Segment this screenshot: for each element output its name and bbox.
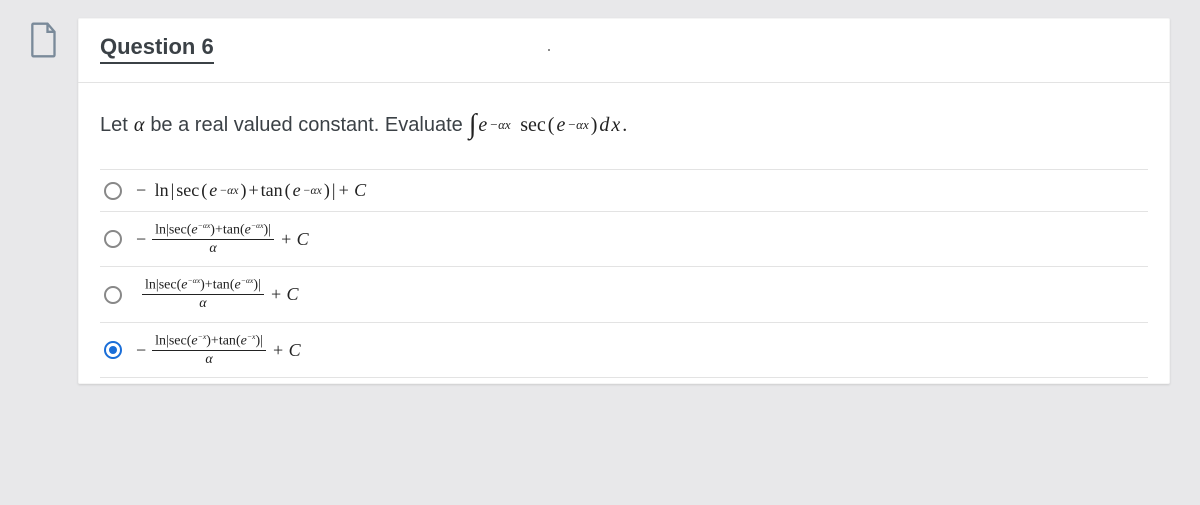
- opt2-ln: ln: [155, 223, 166, 238]
- opt2-den: α: [209, 240, 216, 256]
- opt1-lead: −: [136, 180, 146, 201]
- sec-arg-exp: −αx: [567, 117, 588, 133]
- opt4-ln: ln: [155, 334, 166, 349]
- page-icon: [30, 22, 58, 58]
- option-2-math: − ln|sec(e−αx)+tan(e−αx)| α + C: [136, 222, 309, 256]
- opt1-open2: (: [285, 180, 291, 201]
- opt2-lead: −: [136, 229, 146, 250]
- prompt-alpha: α: [134, 114, 145, 137]
- options-list: − ln | sec ( e−αx ) + tan ( e−αx ) |: [100, 169, 1148, 378]
- opt2-fraction: ln|sec(e−αx)+tan(e−αx)| α: [152, 222, 274, 256]
- opt4-lead: −: [136, 340, 146, 361]
- opt1-close2: ): [324, 180, 330, 201]
- question-container: Question 6 Let α be a real valued consta…: [30, 18, 1170, 384]
- question-number: Question 6: [100, 34, 214, 64]
- opt2-pipe2: |: [268, 223, 271, 238]
- opt1-ln: ln: [155, 180, 169, 201]
- radio-3[interactable]: [104, 286, 122, 304]
- radio-1[interactable]: [104, 182, 122, 200]
- opt2-exp2: −αx: [251, 221, 264, 230]
- paren-close: ): [591, 114, 598, 137]
- option-3[interactable]: ln|sec(e−αx)+tan(e−αx)| α + C: [100, 267, 1148, 322]
- option-4[interactable]: − ln|sec(e−x)+tan(e−x)| α + C: [100, 323, 1148, 378]
- radio-4[interactable]: [104, 341, 122, 359]
- radio-2[interactable]: [104, 230, 122, 248]
- paren-open: (: [548, 114, 555, 137]
- opt3-ln: ln: [145, 278, 156, 293]
- question-card: Question 6 Let α be a real valued consta…: [78, 18, 1170, 384]
- opt1-open1: (: [201, 180, 207, 201]
- opt3-plus: +: [205, 278, 213, 293]
- prompt-period: .: [622, 114, 627, 137]
- opt1-pipe2: |: [332, 180, 336, 201]
- opt4-tan: tan: [219, 334, 236, 349]
- opt3-sec: sec: [159, 278, 177, 293]
- sec-func: sec: [520, 114, 546, 137]
- opt1-e1: e: [209, 180, 217, 201]
- decorative-dot: [548, 49, 550, 51]
- opt4-fraction: ln|sec(e−x)+tan(e−x)| α: [152, 333, 266, 367]
- prompt-text-mid: be a real valued constant. Evaluate: [150, 114, 462, 137]
- dx-x: x: [611, 114, 620, 137]
- opt3-exp1: −αx: [187, 276, 200, 285]
- option-4-math: − ln|sec(e−x)+tan(e−x)| α + C: [136, 333, 301, 367]
- sec-arg-e: e: [556, 114, 565, 137]
- option-1[interactable]: − ln | sec ( e−αx ) + tan ( e−αx ) |: [100, 170, 1148, 212]
- question-prompt: Let α be a real valued constant. Evaluat…: [100, 109, 1148, 141]
- dx-d: d: [599, 114, 609, 137]
- opt4-pipe2: |: [260, 334, 263, 349]
- integrand-e: e: [478, 114, 487, 137]
- opt2-tan: tan: [223, 223, 240, 238]
- opt3-tail: + C: [270, 284, 299, 305]
- opt2-plus: +: [215, 223, 223, 238]
- opt3-pipe2: |: [258, 278, 261, 293]
- opt1-exp1: −αx: [219, 184, 238, 197]
- option-3-math: ln|sec(e−αx)+tan(e−αx)| α + C: [136, 277, 298, 311]
- opt3-exp2: −αx: [241, 276, 254, 285]
- opt1-exp2: −αx: [303, 184, 322, 197]
- question-body: Let α be a real valued constant. Evaluat…: [78, 83, 1170, 384]
- opt3-fraction: ln|sec(e−αx)+tan(e−αx)| α: [142, 277, 264, 311]
- opt3-den: α: [199, 295, 206, 311]
- opt3-tan: tan: [213, 278, 230, 293]
- opt1-e2: e: [293, 180, 301, 201]
- prompt-integral: ∫ e−αx sec ( e−αx ) dx .: [469, 109, 628, 141]
- opt4-sec: sec: [169, 334, 187, 349]
- integrand-exp: −αx: [489, 117, 510, 133]
- prompt-text-lead: Let: [100, 114, 128, 137]
- option-2[interactable]: − ln|sec(e−αx)+tan(e−αx)| α + C: [100, 212, 1148, 267]
- opt1-sec: sec: [176, 180, 199, 201]
- opt2-exp1: −αx: [198, 221, 211, 230]
- opt1-close1: ): [240, 180, 246, 201]
- question-header: Question 6: [78, 18, 1170, 83]
- option-1-math: − ln | sec ( e−αx ) + tan ( e−αx ) |: [136, 180, 366, 201]
- opt4-tail: + C: [272, 340, 301, 361]
- opt1-tail: + C: [337, 180, 366, 201]
- integral-symbol: ∫: [469, 109, 477, 141]
- opt4-exp1: −x: [198, 332, 207, 341]
- opt4-plus: +: [211, 334, 219, 349]
- opt1-pipe1: |: [171, 180, 175, 201]
- opt1-plus: +: [248, 180, 258, 201]
- opt2-sec: sec: [169, 223, 187, 238]
- opt1-tan: tan: [261, 180, 283, 201]
- opt2-tail: + C: [280, 229, 309, 250]
- opt4-den: α: [205, 351, 212, 367]
